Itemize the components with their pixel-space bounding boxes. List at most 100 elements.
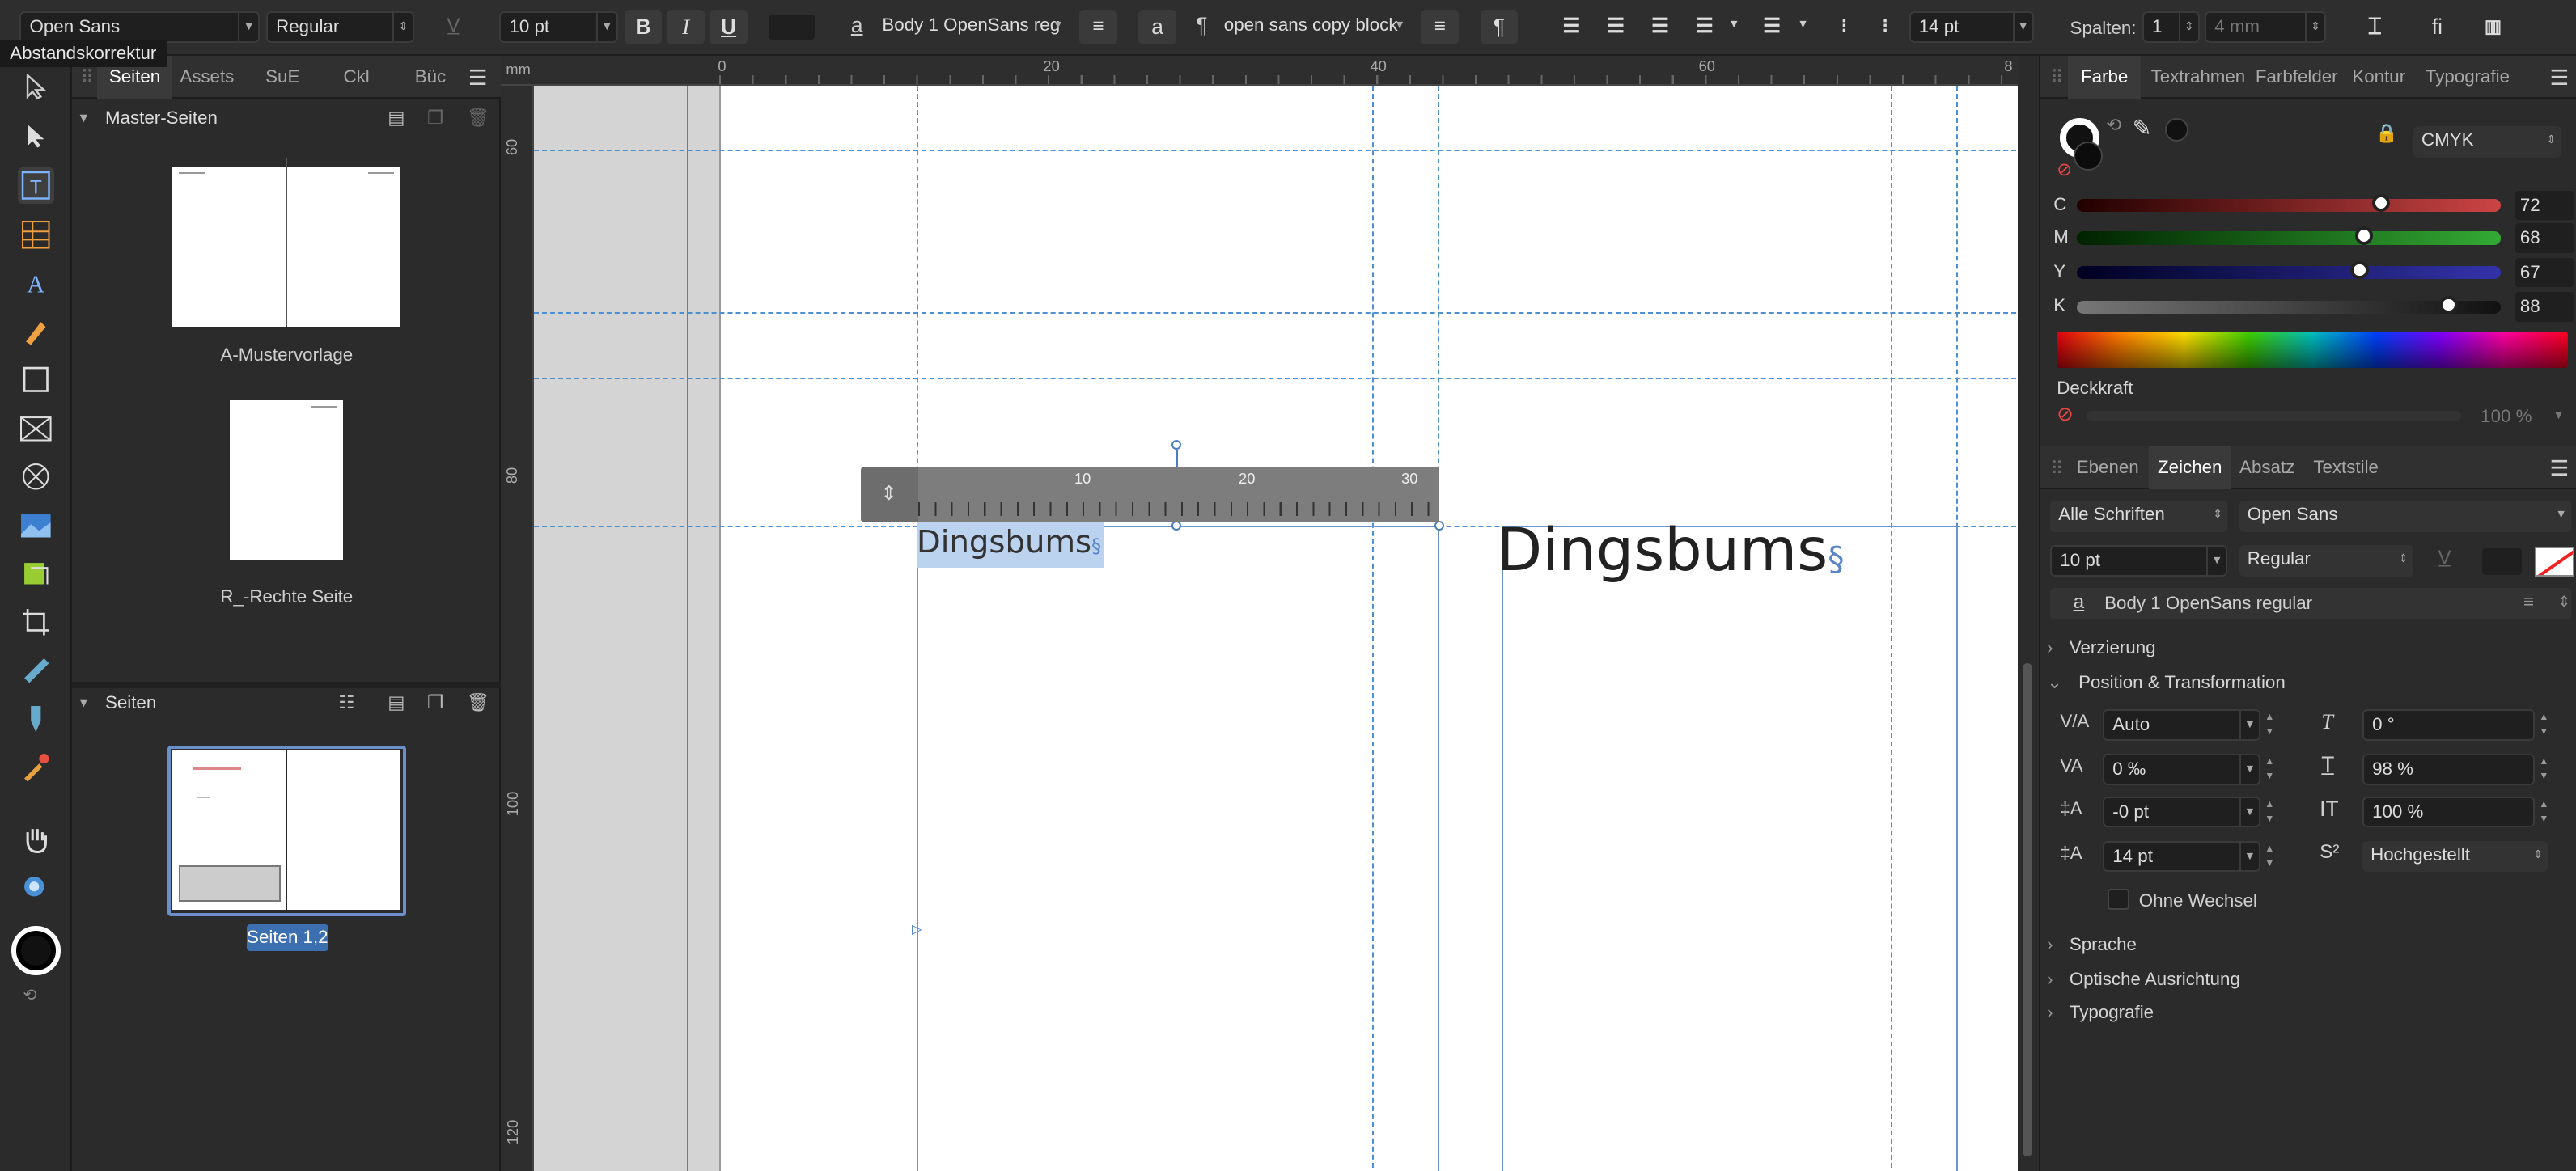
font-size-field[interactable]: 10 pt ▼ [499, 11, 618, 43]
page-options-icon[interactable]: ☷ [338, 687, 354, 720]
master-pages-header[interactable]: ▼ Master-Seiten ▤ ❐ 🗑 [72, 102, 501, 135]
page-1-thumb[interactable] [172, 750, 286, 910]
font-family-select-panel[interactable]: Open Sans ▼ [2239, 501, 2571, 532]
lock-icon[interactable]: 🔒 [2375, 123, 2398, 144]
channel-c-slider[interactable] [2076, 193, 2501, 212]
updown-icon[interactable]: ⇕ [2558, 593, 2570, 611]
leading-panel-field[interactable]: 14 pt ▼ [2103, 840, 2261, 873]
kerning-pair-icon[interactable]: V̲ [2438, 547, 2451, 569]
font-collection-select[interactable]: Alle Schriften ⇕ [2050, 501, 2228, 532]
para-style-select[interactable]: open sans copy block ▼ [1216, 11, 1410, 43]
text-frame-button[interactable]: ⌶ [2356, 10, 2394, 44]
vector-crop-tool-icon[interactable] [18, 555, 54, 591]
horizontal-ruler[interactable]: mm 0 20 40 60 8 [501, 56, 2018, 86]
tab-assets[interactable]: Assets [172, 56, 241, 99]
kerning-stepper[interactable]: ▲ ▼ [2262, 709, 2277, 741]
tab-sue[interactable]: SuE [248, 56, 317, 99]
bold-button[interactable]: B [624, 10, 663, 44]
scroll-thumb[interactable] [2022, 663, 2032, 1156]
none-fill-icon[interactable]: ⊘ [2057, 159, 2072, 180]
master-r-thumb[interactable] [230, 400, 344, 560]
font-size-panel-field[interactable]: 10 pt ▼ [2050, 545, 2228, 577]
hand-tool-icon[interactable] [18, 821, 54, 857]
kerning-field[interactable]: Auto ▼ [2103, 709, 2261, 741]
place-image-tool-icon[interactable] [18, 507, 54, 543]
text-frame-2[interactable]: Dingsbums§ [1497, 516, 1959, 1171]
chevron-down-icon[interactable]: ▼ [1797, 18, 1808, 31]
tracking-field[interactable]: 0 ‰ ▼ [2103, 754, 2261, 785]
color-model-select[interactable]: CMYK ⇕ [2413, 126, 2561, 158]
eyedropper-tool-icon[interactable] [18, 749, 54, 785]
drag-handle-icon[interactable]: ⠿ [80, 67, 93, 88]
tab-swatches[interactable]: Farbfelder [2252, 56, 2341, 99]
pen-tool-icon[interactable] [18, 314, 54, 350]
tab-layers[interactable]: Ebenen [2068, 446, 2146, 489]
channel-m-knob[interactable] [2354, 226, 2374, 245]
zoom-tool-icon[interactable] [18, 870, 54, 907]
text-color-swatch[interactable] [769, 15, 816, 40]
channel-m-value[interactable]: 68 [2515, 223, 2574, 253]
char-style-panel-select[interactable]: a Body 1 OpenSans regular ≡ ⇕ [2050, 587, 2571, 619]
leading-stepper[interactable]: ▲ ▼ [2262, 841, 2277, 873]
ligature-button[interactable]: fi [2418, 10, 2456, 44]
color-spectrum[interactable] [2057, 332, 2568, 368]
baseline-grid-button[interactable]: ▥ [2474, 10, 2512, 44]
frame2-heading[interactable]: Dingsbums§ [1497, 514, 1845, 595]
tab-ckl[interactable]: Ckl [322, 56, 391, 99]
page-2-thumb[interactable] [287, 750, 401, 910]
align-left-button[interactable]: ☰ [1553, 10, 1591, 44]
channel-k-slider[interactable] [2076, 295, 2501, 314]
char-style-a-button[interactable]: a [1138, 10, 1176, 44]
drag-handle-icon[interactable]: ⠿ [2050, 459, 2063, 480]
section-language[interactable]: › Sprache [2047, 934, 2137, 955]
pilcrow-button[interactable]: ¶ [1480, 10, 1519, 44]
picked-color-swatch[interactable] [2165, 118, 2188, 142]
selected-text[interactable]: Dingsbums§ [917, 520, 1105, 569]
vertical-scrollbar[interactable] [2017, 56, 2039, 1171]
master-a-left-thumb[interactable] [172, 167, 286, 328]
rectangle-tool-icon[interactable] [18, 361, 54, 398]
channel-y-value[interactable]: 67 [2515, 257, 2574, 288]
channel-m-slider[interactable] [2076, 226, 2501, 245]
pages-header[interactable]: ▼ Seiten ☷ ▤ ❐ 🗑 [72, 687, 501, 720]
crop-tool-icon[interactable] [18, 604, 54, 640]
tab-paragraph[interactable]: Absatz [2233, 446, 2302, 489]
horizontal-scale-stepper[interactable]: ▲ ▼ [2536, 797, 2551, 828]
fill-tool-icon[interactable] [18, 652, 54, 688]
ellipse-frame-tool-icon[interactable] [18, 459, 54, 495]
chevron-down-icon[interactable]: ▼ [1728, 18, 1739, 31]
vertical-scale-stepper[interactable]: ▲ ▼ [2536, 754, 2551, 785]
tab-books[interactable]: Büc [396, 56, 464, 99]
align-center-button[interactable]: ☰ [1597, 10, 1635, 44]
font-family-select[interactable]: Open Sans ▼ [19, 11, 260, 43]
italic-button[interactable]: I [667, 10, 705, 44]
duplicate-master-icon[interactable]: ❐ [427, 102, 443, 135]
text-frame-ruler[interactable]: ⇕ 10 20 30 [861, 466, 1439, 522]
tab-textframe[interactable]: Textrahmen [2141, 56, 2256, 99]
tracking-stepper[interactable]: ▲ ▼ [2262, 754, 2277, 785]
leading-field[interactable]: 14 pt ▼ [1909, 11, 2034, 43]
move-tool-icon[interactable] [18, 69, 54, 105]
opacity-none-icon[interactable]: ⊘ [2057, 402, 2073, 426]
style-options-icon[interactable]: ≡ [2523, 591, 2534, 612]
panel-menu-icon[interactable]: ☰ [468, 66, 488, 91]
align-right-button[interactable]: ☰ [1642, 10, 1680, 44]
underline-button[interactable]: U [710, 10, 748, 44]
color-picker-icon[interactable]: ✎ [2133, 115, 2152, 142]
opacity-value[interactable]: 100 % [2481, 406, 2532, 427]
font-style-panel-select[interactable]: Regular ⇕ [2239, 545, 2413, 577]
panel-menu-icon[interactable]: ☰ [2549, 66, 2569, 91]
channel-k-value[interactable]: 88 [2515, 292, 2574, 322]
swap-icon[interactable]: ⟲ [2106, 115, 2121, 136]
channel-y-slider[interactable] [2076, 260, 2501, 280]
duplicate-page-icon[interactable]: ❐ [427, 687, 443, 720]
text-frame-1[interactable]: Dingsbums§ [917, 520, 1439, 1171]
delete-master-icon[interactable]: 🗑 [467, 102, 489, 135]
tab-color[interactable]: Farbe [2068, 56, 2141, 99]
baseline-stepper[interactable]: ▲ ▼ [2262, 797, 2277, 828]
node-tool-icon[interactable] [18, 118, 54, 154]
document-canvas[interactable]: Dingsbums§ ▷ ⇕ 10 20 30 Dingsbums§ [533, 85, 2018, 1171]
horizontal-scale-field[interactable]: 100 % [2362, 796, 2536, 828]
picture-frame-tool-icon[interactable] [18, 411, 54, 447]
justify-button[interactable]: ☰ [1685, 10, 1723, 44]
